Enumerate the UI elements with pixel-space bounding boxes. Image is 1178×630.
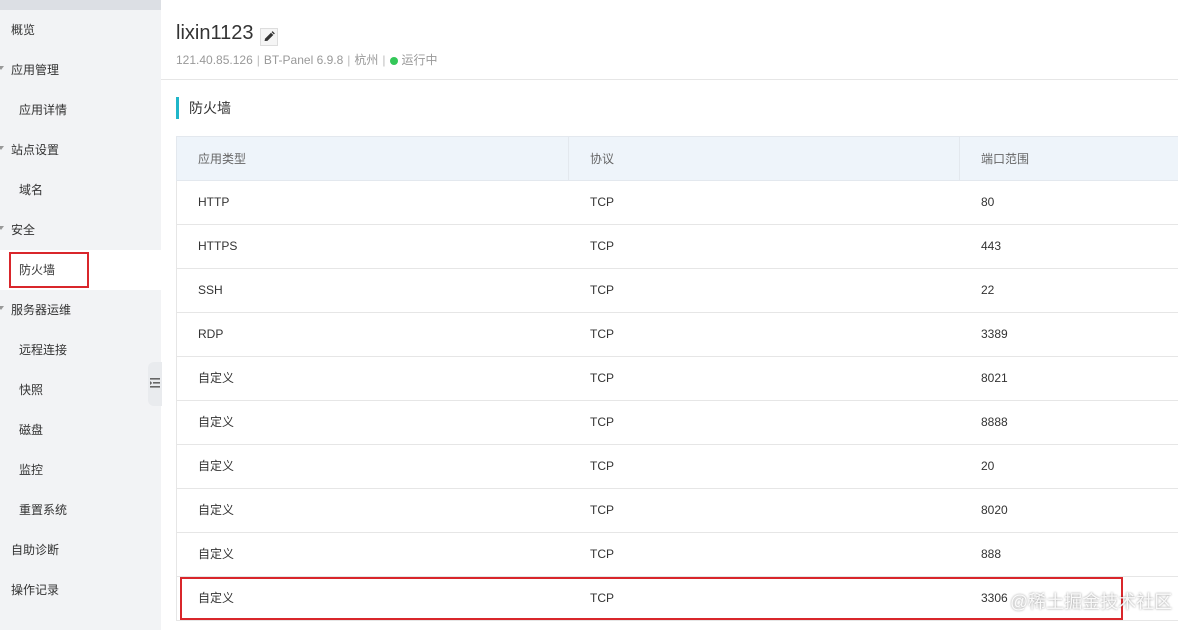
sidebar-item[interactable]: 快照 [0, 370, 161, 410]
sidebar-item[interactable]: 自助诊断 [0, 530, 161, 570]
cell-protocol: TCP [590, 415, 614, 429]
cell-app-type: SSH [198, 283, 223, 297]
instance-status: 运行中 [401, 53, 438, 67]
sidebar-top-strip [0, 0, 161, 10]
cell-protocol: TCP [590, 503, 614, 517]
table-row: HTTPS TCP 443 [176, 225, 1178, 269]
cell-port-range: 8021 [981, 371, 1008, 385]
sidebar-item-label: 磁盘 [19, 423, 44, 437]
sidebar-item-label: 快照 [19, 383, 44, 397]
cell-protocol: TCP [590, 459, 614, 473]
cell-app-type: 自定义 [198, 547, 235, 561]
sidebar-item[interactable]: 服务器运维 [0, 290, 161, 330]
sidebar-item-label: 自助诊断 [11, 543, 60, 557]
sidebar-item[interactable]: 应用详情 [0, 90, 161, 130]
sidebar-collapse-button[interactable] [148, 362, 162, 406]
sidebar-item-label: 远程连接 [19, 343, 68, 357]
table-row: HTTP TCP 80 [176, 181, 1178, 225]
table-row: 自定义 TCP 8021 [176, 357, 1178, 401]
table-header: 应用类型 协议 端口范围 [176, 136, 1178, 181]
menu-collapse-icon [150, 378, 160, 388]
column-header-port-range: 端口范围 [981, 152, 1030, 166]
cell-port-range: 8888 [981, 415, 1008, 429]
column-header-protocol: 协议 [569, 137, 960, 181]
sidebar-item[interactable]: 远程连接 [0, 330, 161, 370]
table-row: SSH TCP 22 [176, 269, 1178, 313]
cell-app-type: 自定义 [198, 415, 235, 429]
sidebar-item[interactable]: 应用管理 [0, 50, 161, 90]
cell-port-range: 20 [981, 459, 995, 473]
instance-ip: 121.40.85.126 [176, 53, 253, 67]
cell-protocol: TCP [590, 371, 614, 385]
pencil-icon [264, 31, 275, 41]
caret-down-icon [0, 146, 4, 150]
sidebar-item-label: 监控 [19, 463, 44, 477]
meta-separator: | [382, 53, 386, 67]
cell-port-range: 80 [981, 195, 995, 209]
sidebar-item-label: 服务器运维 [11, 303, 72, 317]
instance-header: lixin1123 121.40.85.126 | BT-Panel 6.9.8 | 杭… [161, 0, 1178, 80]
table-row: RDP TCP 3389 [176, 313, 1178, 357]
cell-protocol: TCP [590, 327, 614, 341]
sidebar-item[interactable]: 概览 [0, 10, 161, 50]
cell-app-type: HTTP [198, 195, 230, 209]
sidebar-item[interactable]: 操作记录 [0, 570, 161, 610]
caret-down-icon [0, 306, 4, 310]
cell-port-range: 888 [981, 547, 1002, 561]
cell-app-type: HTTPS [198, 239, 238, 253]
table-row: 自定义 TCP 8020 [176, 489, 1178, 533]
instance-meta: 121.40.85.126 | BT-Panel 6.9.8 | 杭州 | 运行中 [176, 51, 438, 68]
cell-app-type: 自定义 [198, 459, 235, 473]
table-body: HTTP TCP 80 HTTPS TCP 443 SSH TCP 22 RDP TCP 3389 自定… [176, 181, 1178, 621]
sidebar-item[interactable]: 监控 [0, 450, 161, 490]
edit-name-icon[interactable] [260, 28, 278, 46]
status-dot-icon [389, 57, 398, 65]
sidebar-item-label: 重置系统 [19, 503, 68, 517]
instance-name: lixin1123 [176, 22, 254, 44]
cell-protocol: TCP [590, 195, 614, 209]
caret-down-icon [0, 226, 4, 230]
cell-protocol: TCP [590, 547, 614, 561]
sidebar: 概览 应用管理 应用详情 站点设置 域名 安全 防火墙 服务器运维 远程连接 快照 磁盘 监控 重置系统… [0, 0, 161, 630]
column-header-app-type: 应用类型 [177, 137, 569, 181]
caret-down-icon [0, 66, 4, 70]
sidebar-item-label: 操作记录 [11, 583, 60, 597]
table-row: 自定义 TCP 8888 [176, 401, 1178, 445]
meta-separator: | [347, 53, 351, 67]
sidebar-item-label: 域名 [19, 183, 44, 197]
cell-port-range: 443 [981, 239, 1002, 253]
cell-port-range: 8020 [981, 503, 1008, 517]
sidebar-item[interactable]: 安全 [0, 210, 161, 250]
active-item-highlight-box [9, 252, 89, 288]
cell-app-type: 自定义 [198, 371, 235, 385]
firewall-rules-table: 应用类型 协议 端口范围 HTTP TCP 80 HTTPS TCP 443 SSH TCP 2… [176, 136, 1178, 621]
cell-protocol: TCP [590, 239, 614, 253]
table-row: 自定义 TCP 20 [176, 445, 1178, 489]
sidebar-item[interactable]: 磁盘 [0, 410, 161, 450]
sidebar-item[interactable]: 域名 [0, 170, 161, 210]
meta-separator: | [256, 53, 260, 67]
sidebar-item-label: 应用详情 [19, 103, 68, 117]
sidebar-item-label: 站点设置 [11, 143, 60, 157]
cell-app-type: 自定义 [198, 503, 235, 517]
highlighted-row-box [180, 577, 1123, 620]
instance-image: BT-Panel 6.9.8 [263, 53, 344, 67]
sidebar-item-label: 应用管理 [11, 63, 60, 77]
sidebar-item[interactable]: 重置系统 [0, 490, 161, 530]
cell-port-range: 22 [981, 283, 995, 297]
cell-port-range: 3389 [981, 327, 1008, 341]
watermark: @稀土掘金技术社区 [1010, 592, 1173, 612]
cell-app-type: RDP [198, 327, 224, 341]
sidebar-item-label: 概览 [11, 23, 36, 37]
sidebar-item[interactable]: 站点设置 [0, 130, 161, 170]
cell-protocol: TCP [590, 283, 614, 297]
table-row: 自定义 TCP 888 [176, 533, 1178, 577]
sidebar-item-label: 安全 [11, 223, 36, 237]
page-title: 防火墙 [176, 97, 231, 119]
instance-region: 杭州 [354, 53, 379, 67]
